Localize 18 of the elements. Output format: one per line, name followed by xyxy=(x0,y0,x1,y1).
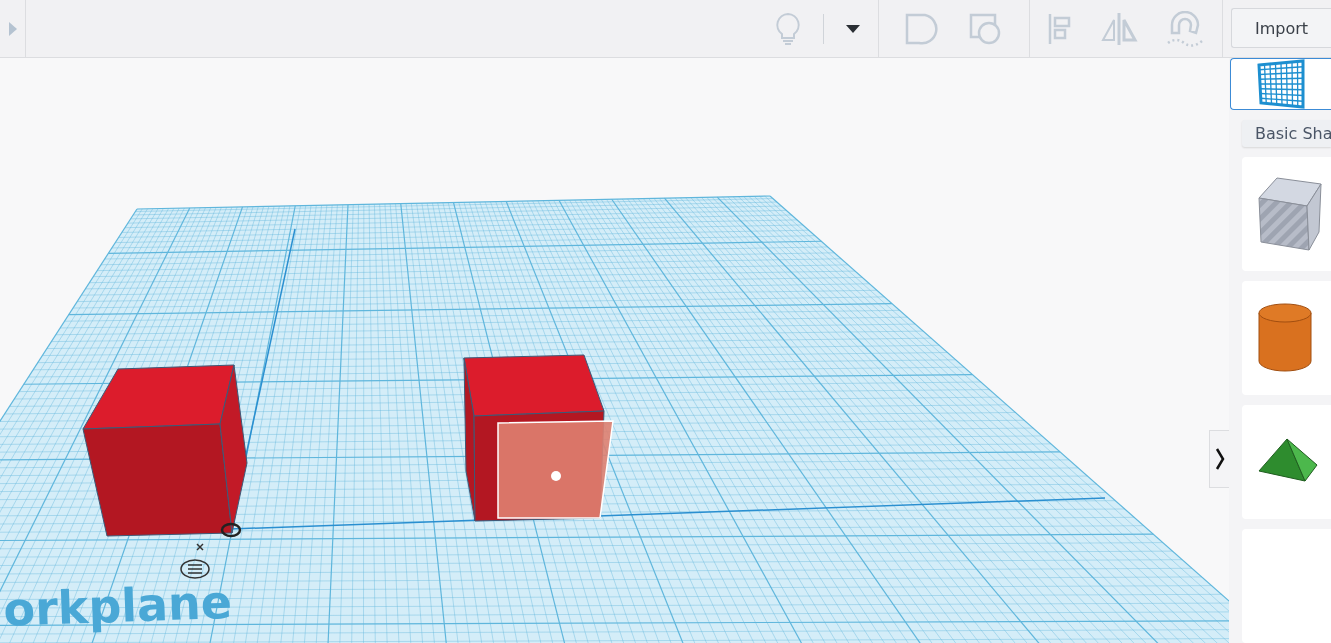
striped-cube-icon[interactable] xyxy=(1257,176,1323,252)
expand-panel-button[interactable] xyxy=(1209,430,1229,488)
dropdown-caret-icon[interactable] xyxy=(846,24,860,33)
face-center-dot[interactable] xyxy=(551,471,561,481)
chevron-right-icon xyxy=(1214,447,1225,471)
category-dropdown[interactable]: Basic Sha xyxy=(1242,120,1331,147)
face-highlight[interactable] xyxy=(497,420,614,519)
cube-drawing[interactable] xyxy=(82,364,248,537)
import-button[interactable]: Import xyxy=(1231,8,1331,48)
workplane-button[interactable] xyxy=(1230,58,1331,110)
shape-card[interactable] xyxy=(1242,281,1331,395)
menu-icon[interactable] xyxy=(180,559,210,579)
shape-card[interactable] xyxy=(1242,405,1331,519)
cylinder-icon[interactable] xyxy=(1257,303,1313,373)
ring-handle-icon[interactable] xyxy=(220,522,242,538)
close-icon[interactable] xyxy=(196,543,204,551)
shape-card[interactable] xyxy=(1242,157,1331,271)
grid-icon xyxy=(1256,59,1306,109)
